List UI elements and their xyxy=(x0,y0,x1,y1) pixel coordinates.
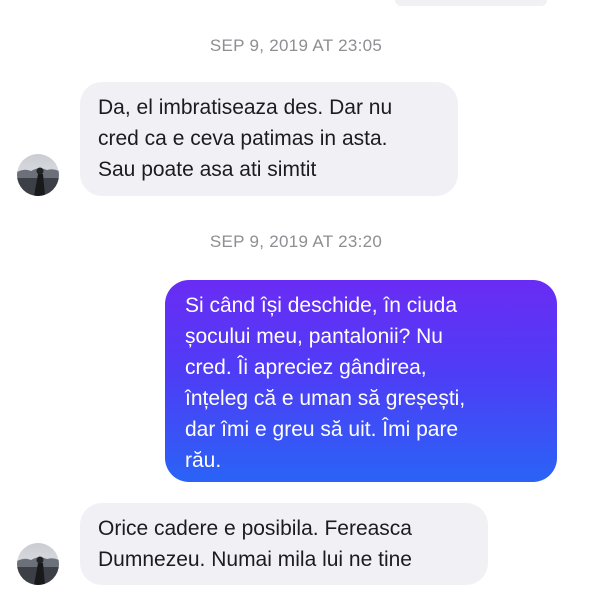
contact-avatar[interactable] xyxy=(17,154,59,196)
avatar-photo-icon xyxy=(17,154,59,196)
message-text-line: înțeleg că e uman să greșești, xyxy=(185,387,466,410)
message-text-line: Dumnezeu. Numai mila lui ne tine xyxy=(98,548,412,571)
message-text-line: Da, el imbratiseaza des. Dar nu xyxy=(98,96,393,119)
message-text-line: Sau poate asa ati simtit xyxy=(98,158,317,181)
contact-avatar[interactable] xyxy=(17,543,59,585)
timestamp-divider: SEP 9, 2019 AT 23:20 xyxy=(209,232,383,251)
message-text-line: rău. xyxy=(185,449,222,472)
message-text-line: cred ca e ceva patimas in asta. xyxy=(98,127,388,150)
incoming-message-bubble[interactable]: Orice cadere e posibila. Fereasca Dumnez… xyxy=(80,503,488,585)
incoming-message-bubble[interactable]: Da, el imbratiseaza des. Dar nu cred ca … xyxy=(80,82,458,196)
message-text-line: cred. Îi apreciez gândirea, xyxy=(185,356,427,379)
message-text-line: șocului meu, pantalonii? Nu xyxy=(185,325,443,348)
previous-message-bubble-edge xyxy=(395,0,547,6)
message-text-line: Si când își deschide, în ciuda xyxy=(185,294,457,317)
message-text-line: dar îmi e greu să uit. Îmi pare xyxy=(185,418,459,441)
avatar-photo-icon xyxy=(17,543,59,585)
message-text-line: Orice cadere e posibila. Fereasca xyxy=(98,517,412,540)
timestamp-divider: SEP 9, 2019 AT 23:05 xyxy=(209,36,383,55)
outgoing-message-bubble[interactable]: Si când își deschide, în ciuda șocului m… xyxy=(165,280,557,482)
